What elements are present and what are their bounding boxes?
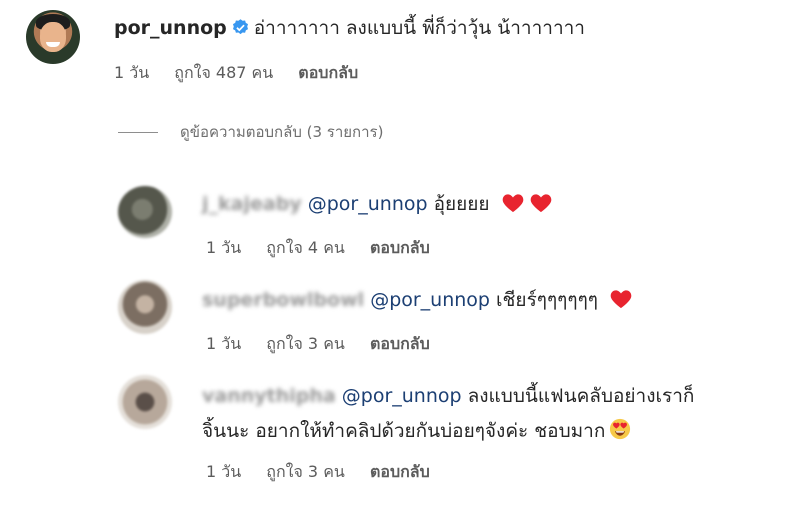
reply-button[interactable]: ตอบกลับ <box>370 238 430 257</box>
reply-time[interactable]: 1 วัน <box>206 334 241 353</box>
reply-text-line2: จิ้นนะ อยากให้ทำคลิปด้วยกันบ่อยๆจังค่ะ ช… <box>202 420 606 442</box>
reply-meta: 1 วัน ถูกใจ 4 คน ตอบกลับ <box>206 236 450 261</box>
reply-avatar[interactable] <box>118 375 172 429</box>
main-comment-username[interactable]: por_unnop <box>114 17 227 39</box>
commenter-avatar[interactable] <box>26 10 80 64</box>
red-heart-icon <box>502 194 523 213</box>
reply-button[interactable]: ตอบกลับ <box>370 334 430 353</box>
reply-text: อุ้ยยยย <box>433 193 490 215</box>
reply-time[interactable]: 1 วัน <box>206 462 241 481</box>
main-comment-meta: 1 วัน ถูกใจ 487 คน ตอบกลับ <box>114 61 378 86</box>
red-heart-icon <box>530 194 551 213</box>
reply-likes[interactable]: ถูกใจ 4 คน <box>266 238 345 257</box>
reply-username[interactable]: superbowlbowl <box>202 289 364 311</box>
main-comment: por_unnop อ่าาาาาาา ลงแบบนี้ พี่ก็ว่าวุ้น… <box>114 16 585 40</box>
reply-comment-continued: จิ้นนะ อยากให้ทำคลิปด้วยกันบ่อยๆจังค่ะ ช… <box>202 418 631 443</box>
avatar-face <box>40 22 66 52</box>
reply-time[interactable]: 1 วัน <box>206 238 241 257</box>
reply-mention[interactable]: @por_unnop <box>370 289 490 311</box>
view-replies-toggle[interactable]: ดูข้อความตอบกลับ (3 รายการ) <box>118 120 383 144</box>
reply-comment: j_kajeaby @por_unnop อุ้ยยยย <box>202 192 552 216</box>
main-comment-reply-button[interactable]: ตอบกลับ <box>298 63 358 82</box>
reply-meta: 1 วัน ถูกใจ 3 คน ตอบกลับ <box>206 332 450 357</box>
view-replies-dash <box>118 132 158 133</box>
reply-username[interactable]: vannythipha <box>202 385 336 407</box>
heart-eyes-emoji-icon <box>610 418 631 440</box>
reply-text-line1: ลงแบบนี้แฟนคลับอย่างเราก็ <box>467 385 695 407</box>
reply-avatar[interactable] <box>118 186 172 238</box>
reply-text: เชียร์ๆๆๆๆๆๆ <box>496 289 599 311</box>
reply-mention[interactable]: @por_unnop <box>308 193 428 215</box>
reply-comment: vannythipha @por_unnop ลงแบบนี้แฟนคลับอย… <box>202 384 694 408</box>
main-comment-time[interactable]: 1 วัน <box>114 63 149 82</box>
verified-badge-icon <box>232 19 248 35</box>
reply-mention[interactable]: @por_unnop <box>342 385 462 407</box>
reply-meta: 1 วัน ถูกใจ 3 คน ตอบกลับ <box>206 460 450 485</box>
reply-likes[interactable]: ถูกใจ 3 คน <box>266 462 345 481</box>
reply-button[interactable]: ตอบกลับ <box>370 462 430 481</box>
reply-username[interactable]: j_kajeaby <box>202 193 302 215</box>
main-comment-text: อ่าาาาาาา ลงแบบนี้ พี่ก็ว่าวุ้น น้าาาาาา… <box>253 17 585 39</box>
reply-avatar[interactable] <box>118 280 172 334</box>
reply-comment: superbowlbowl @por_unnop เชียร์ๆๆๆๆๆๆ <box>202 288 632 312</box>
red-heart-icon <box>610 290 632 309</box>
main-comment-likes[interactable]: ถูกใจ 487 คน <box>174 63 273 82</box>
view-replies-label: ดูข้อความตอบกลับ (3 รายการ) <box>180 123 384 141</box>
reply-likes[interactable]: ถูกใจ 3 คน <box>266 334 345 353</box>
